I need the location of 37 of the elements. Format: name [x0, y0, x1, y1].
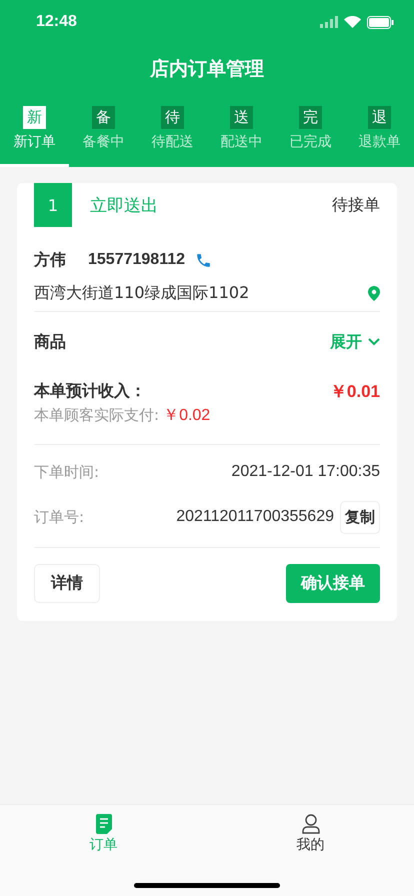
order-number-label: 订单号: [34, 508, 86, 526]
income-amount: ￥0.01 [330, 381, 380, 403]
address: 西湾大街道110绿成国际1102 [34, 282, 250, 304]
order-status: 待接单 [332, 194, 380, 216]
confirm-button[interactable]: 确认接单 [286, 564, 380, 603]
battery-icon [367, 16, 394, 28]
status-time: 12:48 [36, 13, 77, 31]
details-button[interactable]: 详情 [34, 564, 100, 603]
paid-amount: ￥0.02 [163, 406, 210, 426]
order-number: 1 [34, 183, 72, 227]
copy-button[interactable]: 复制 [340, 500, 380, 534]
signal-icon [320, 16, 338, 28]
nav-tab[interactable]: 我的 [207, 805, 414, 857]
order-tab[interactable]: 完 已完成 [276, 106, 345, 167]
delivery-time: 立即送出 [90, 194, 159, 216]
chevron-down-icon [368, 338, 380, 346]
order-id: 202112011700355629 [176, 508, 334, 526]
document-icon [96, 814, 112, 834]
expand-button[interactable]: 展开 [330, 332, 380, 352]
order-tab[interactable]: 新 新订单 [0, 106, 69, 167]
order-tab[interactable]: 送 配送中 [207, 106, 276, 167]
paid-label: 本单顾客实际支付: [34, 406, 160, 425]
person-icon [302, 814, 320, 834]
order-tab[interactable]: 备 备餐中 [69, 106, 138, 167]
customer-name: 方伟 [34, 250, 66, 270]
phone-icon[interactable] [195, 252, 212, 268]
order-time: 2021-12-01 17:00:35 [231, 463, 380, 481]
nav-tab[interactable]: 订单 [0, 805, 207, 857]
order-tab[interactable]: 待 待配送 [138, 106, 207, 167]
order-tab[interactable]: 退 退款单 [345, 106, 414, 167]
goods-label: 商品 [34, 332, 67, 352]
wifi-icon [344, 16, 361, 28]
phone-number: 15577198112 [88, 251, 185, 269]
location-pin-icon[interactable] [368, 286, 380, 300]
order-time-label: 下单时间: [34, 462, 100, 482]
income-label: 本单预计收入： [34, 381, 147, 402]
page-title: 店内订单管理 [150, 57, 264, 82]
